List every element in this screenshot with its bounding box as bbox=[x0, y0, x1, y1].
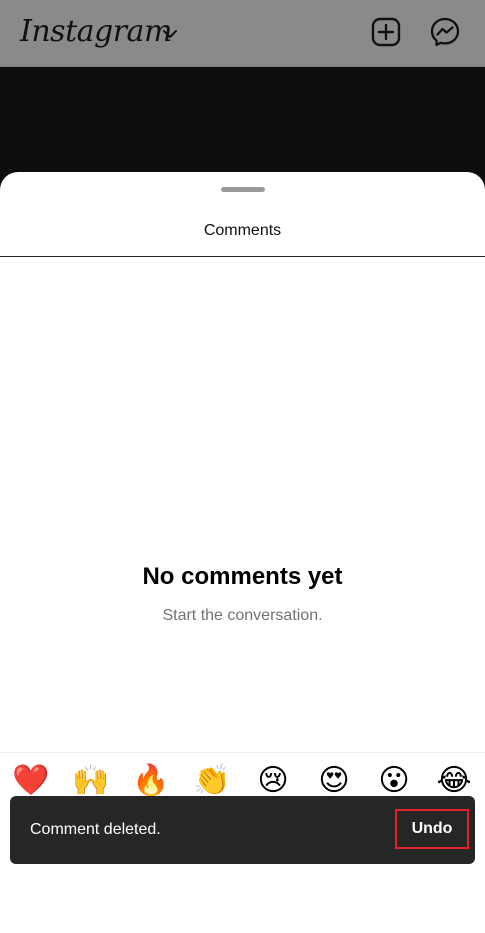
add-square-icon[interactable] bbox=[370, 16, 402, 48]
app-logo[interactable]: Instagram bbox=[20, 12, 172, 52]
empty-state-title: No comments yet bbox=[142, 563, 343, 590]
emoji-crying-face[interactable]: 😢 bbox=[253, 761, 293, 801]
emoji-bar-divider bbox=[0, 752, 485, 753]
emoji-heart-eyes[interactable]: 😍 bbox=[314, 761, 354, 801]
app-header: Instagram bbox=[0, 0, 485, 67]
sheet-drag-handle[interactable] bbox=[221, 187, 265, 192]
sheet-divider bbox=[0, 256, 485, 257]
chevron-down-icon[interactable] bbox=[162, 28, 178, 40]
emoji-clapping-hands[interactable]: 👏 bbox=[192, 761, 232, 801]
sheet-title: Comments bbox=[203, 222, 282, 239]
emoji-astonished-face[interactable]: 😮 bbox=[374, 761, 414, 801]
emoji-raising-hands[interactable]: 🙌 bbox=[71, 761, 111, 801]
messenger-icon[interactable] bbox=[429, 16, 461, 48]
snackbar-message: Comment deleted. bbox=[30, 821, 161, 838]
undo-button[interactable]: Undo bbox=[395, 809, 469, 849]
emoji-fire[interactable]: 🔥 bbox=[131, 761, 171, 801]
snackbar: Comment deleted. Undo bbox=[10, 796, 475, 864]
emoji-red-heart[interactable]: ❤️ bbox=[11, 761, 51, 801]
empty-state-subtitle: Start the conversation. bbox=[162, 607, 323, 624]
emoji-tears-of-joy[interactable]: 😂 bbox=[434, 761, 474, 801]
